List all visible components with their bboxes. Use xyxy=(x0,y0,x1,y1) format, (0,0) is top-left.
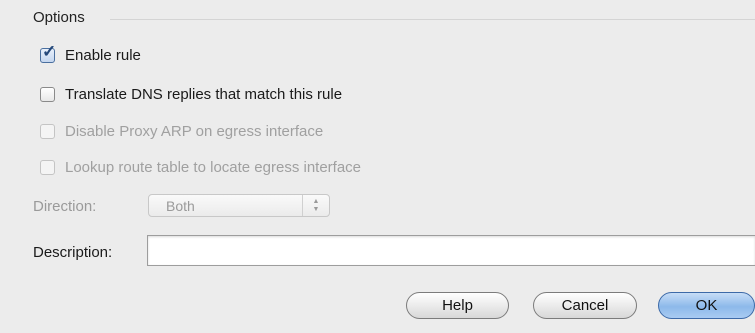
direction-select: Both ▲ ▼ xyxy=(148,194,330,217)
ok-button[interactable]: OK xyxy=(658,292,755,319)
help-button[interactable]: Help xyxy=(406,292,509,319)
disable-proxy-arp-label: Disable Proxy ARP on egress interface xyxy=(65,123,324,140)
disable-proxy-arp-checkbox xyxy=(40,124,55,139)
updown-arrows-icon: ▲ ▼ xyxy=(302,195,329,216)
disable-proxy-arp-option: Disable Proxy ARP on egress interface xyxy=(40,123,323,140)
description-label: Description: xyxy=(33,244,113,261)
description-input[interactable] xyxy=(147,235,755,266)
cancel-button[interactable]: Cancel xyxy=(533,292,637,319)
checkmark-icon: ✓ xyxy=(42,42,57,61)
translate-dns-label: Translate DNS replies that match this ru… xyxy=(65,86,343,103)
translate-dns-option[interactable]: Translate DNS replies that match this ru… xyxy=(40,86,342,103)
lookup-route-label: Lookup route table to locate egress inte… xyxy=(65,159,362,176)
options-divider xyxy=(110,19,755,20)
translate-dns-checkbox[interactable] xyxy=(40,87,55,102)
options-section-title: Options xyxy=(33,9,85,26)
direction-label: Direction: xyxy=(33,198,97,215)
lookup-route-checkbox xyxy=(40,160,55,175)
enable-rule-label: Enable rule xyxy=(65,47,141,64)
enable-rule-option[interactable]: ✓ Enable rule xyxy=(40,43,141,64)
direction-select-value: Both xyxy=(166,197,195,214)
enable-rule-checkbox[interactable]: ✓ xyxy=(40,43,56,63)
lookup-route-option: Lookup route table to locate egress inte… xyxy=(40,159,361,176)
